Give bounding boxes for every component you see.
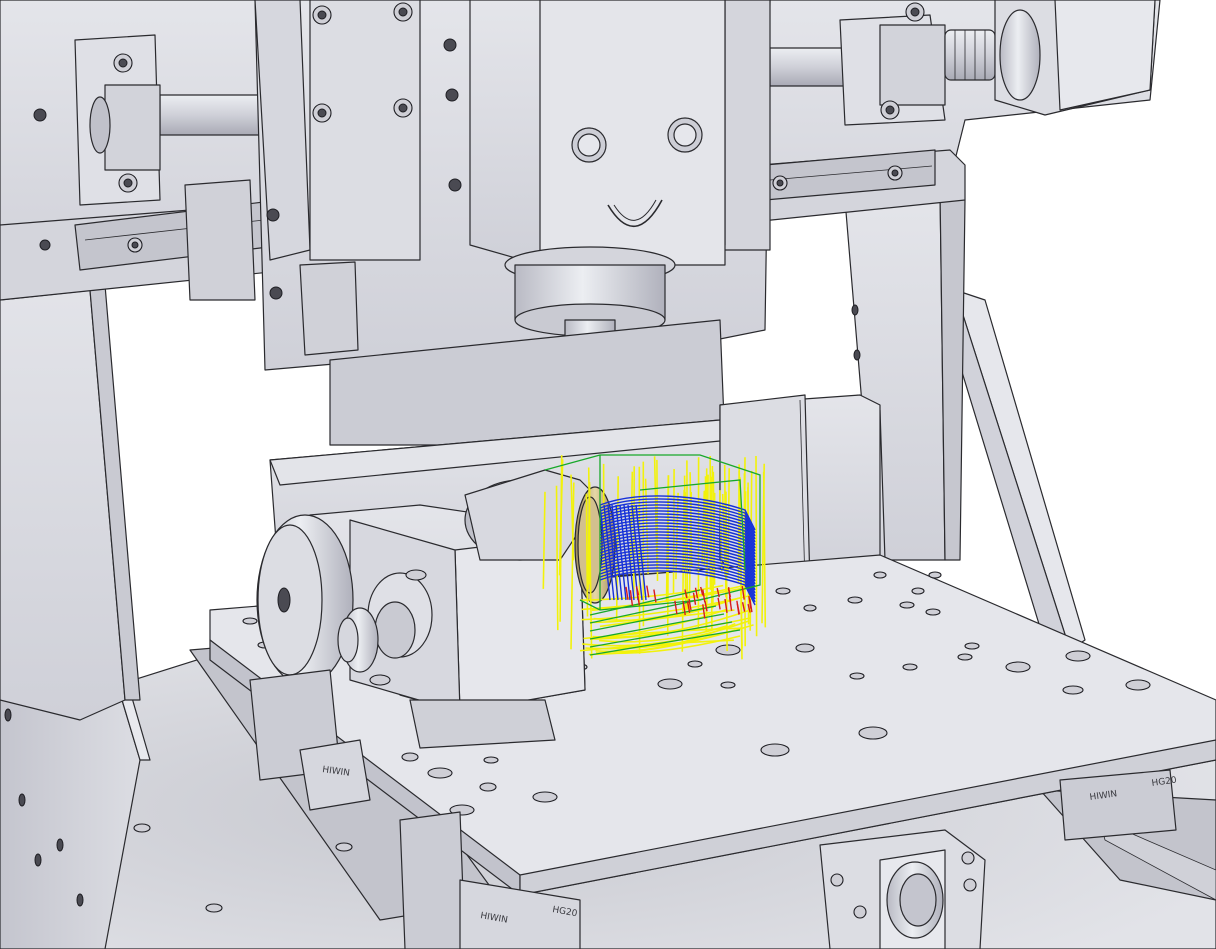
cnc-machine-render: HIWIN HIWIN HG20 HIWIN HG20 <box>0 0 1216 949</box>
left-bearing-block <box>74 34 161 206</box>
toolpath-rapid <box>585 493 589 617</box>
toolpath-rapid <box>737 470 740 584</box>
right-bearing-block <box>839 2 946 126</box>
toolpath-rapid <box>672 468 675 594</box>
big-pulley <box>256 514 354 686</box>
cad-viewport[interactable]: HIWIN HIWIN HG20 HIWIN HG20 <box>0 0 1216 949</box>
toolpath-rapid <box>755 455 758 637</box>
coupler <box>944 29 996 81</box>
front-bearing-block <box>819 829 986 949</box>
spindle-motor <box>469 0 726 266</box>
